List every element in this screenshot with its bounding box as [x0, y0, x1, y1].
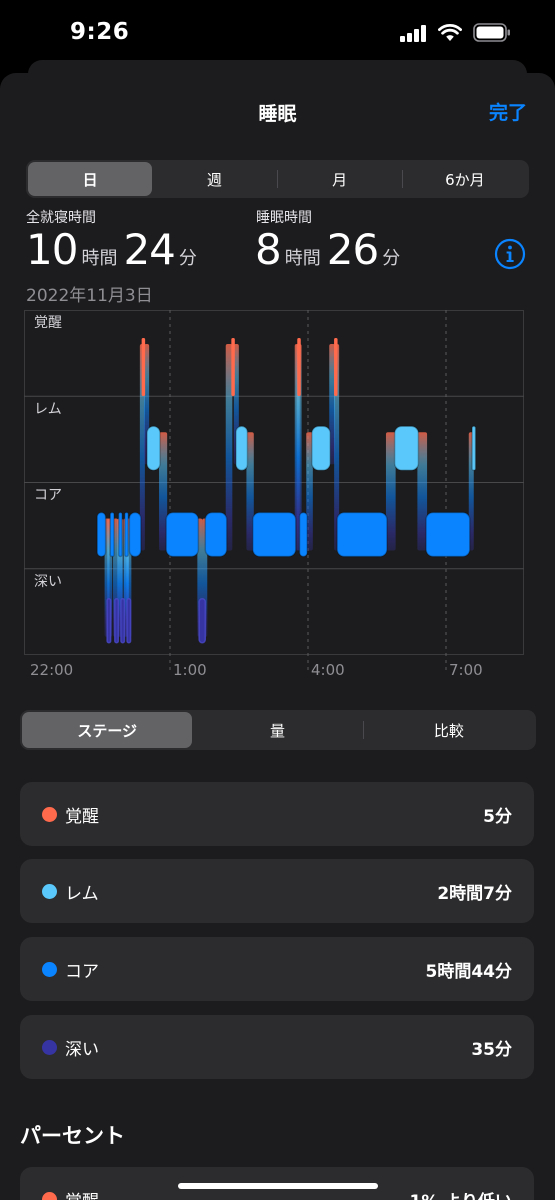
- core-segment: [204, 511, 228, 558]
- status-bar: 9:26: [0, 0, 555, 62]
- stage-axis-label: 深い: [34, 574, 62, 590]
- core-segment: [425, 511, 471, 558]
- home-indicator[interactable]: [178, 1183, 378, 1189]
- core-segment: [109, 511, 115, 558]
- asleep-hours: 8: [255, 225, 282, 274]
- asleep-minutes: 26: [326, 225, 379, 274]
- core-segment: [96, 511, 107, 558]
- stage-value: 5分: [483, 806, 512, 827]
- awake-segment: [297, 338, 301, 396]
- awake-dot: [42, 806, 57, 822]
- time-axis-label: 4:00: [311, 661, 345, 679]
- wifi-icon: [438, 23, 462, 41]
- core-segment: [165, 511, 200, 558]
- asleep-hours-unit: 時間: [284, 248, 321, 269]
- stage-name: 覚醒: [65, 806, 99, 827]
- battery-icon: [473, 23, 510, 42]
- stage-row-rem[interactable]: レム 2時間7分: [20, 859, 534, 923]
- core-segment: [298, 511, 308, 558]
- asleep-minutes-unit: 分: [382, 248, 401, 269]
- rem-segment: [393, 425, 420, 471]
- tab-week[interactable]: 週: [152, 162, 276, 196]
- awake-segment: [231, 338, 235, 396]
- deep-segment: [114, 598, 120, 644]
- stage-row-awake[interactable]: 覚醒 5分: [20, 782, 534, 846]
- core-segment: [336, 511, 388, 558]
- time-axis-label: 1:00: [173, 661, 207, 679]
- tab-stages[interactable]: ステージ: [22, 712, 193, 748]
- tab-month[interactable]: 月: [278, 162, 402, 196]
- in-bed-minutes: 24: [123, 225, 175, 274]
- view-segmented-control: ステージ 量 比較: [20, 710, 536, 750]
- asleep-value: 8 時間 26 分: [255, 225, 406, 274]
- rem-segment: [235, 425, 249, 471]
- awake-segment: [334, 338, 338, 396]
- core-segment: [128, 511, 142, 558]
- stage-row-core[interactable]: コア 5時間44分: [20, 937, 534, 1001]
- sleep-date: 2022年11月3日: [26, 286, 153, 306]
- sleep-sheet: 睡眠 完了 日 週 月 6か月 全就寝時間 10 時間 24 分 睡眠時間 8 …: [0, 73, 555, 1200]
- in-bed-hours: 10: [26, 225, 78, 274]
- in-bed-label: 全就寝時間: [26, 210, 96, 226]
- rem-segment: [311, 425, 331, 471]
- stage-value: 35分: [471, 1039, 512, 1060]
- stage-value: 1% より低い: [410, 1187, 512, 1200]
- rem-dot: [42, 883, 57, 899]
- core-segment: [117, 511, 123, 558]
- sheet-title: 睡眠: [258, 103, 297, 125]
- in-bed-minutes-unit: 分: [178, 248, 197, 269]
- tab-compare[interactable]: 比較: [364, 712, 534, 748]
- deep-segment: [126, 598, 132, 644]
- stage-row-deep[interactable]: 深い 35分: [20, 1015, 534, 1079]
- deep-segment: [120, 598, 126, 644]
- stage-axis-label: レム: [34, 401, 62, 417]
- cellular-signal-icon: [400, 24, 428, 42]
- stage-name: コア: [65, 961, 99, 982]
- deep-dot: [42, 1039, 57, 1055]
- sleep-stage-chart: 覚醒レムコア深い 22:00 1:00 4:00 7:00: [24, 310, 524, 679]
- stage-axis-label: コア: [34, 488, 62, 504]
- time-axis-label: 7:00: [449, 661, 483, 679]
- tab-amount[interactable]: 量: [192, 712, 362, 748]
- info-icon[interactable]: [494, 238, 526, 270]
- stage-value: 2時間7分: [437, 883, 512, 904]
- status-time: 9:26: [70, 19, 130, 45]
- stage-axis-label: 覚醒: [34, 315, 62, 331]
- time-axis-label: 22:00: [30, 661, 73, 679]
- tab-day[interactable]: 日: [28, 162, 153, 196]
- stage-value: 5時間44分: [425, 961, 513, 982]
- rem-segment: [471, 425, 477, 471]
- core-segment: [252, 511, 297, 558]
- asleep-label: 睡眠時間: [256, 210, 312, 226]
- rem-segment: [146, 425, 161, 471]
- deep-segment: [198, 598, 207, 644]
- in-bed-hours-unit: 時間: [81, 248, 118, 269]
- range-segmented-control: 日 週 月 6か月: [26, 160, 529, 198]
- core-dot: [42, 961, 57, 977]
- stage-name: レム: [65, 883, 99, 904]
- done-button[interactable]: 完了: [489, 98, 527, 125]
- percent-heading: パーセント: [20, 1124, 125, 1148]
- stage-name: 深い: [65, 1039, 99, 1060]
- tab-six-months[interactable]: 6か月: [403, 162, 527, 196]
- awake-segment: [141, 338, 146, 396]
- deep-segment: [106, 598, 112, 644]
- core-segment: [124, 511, 130, 558]
- in-bed-value: 10 時間 24 分: [26, 225, 203, 274]
- awake-dot: [42, 1191, 57, 1200]
